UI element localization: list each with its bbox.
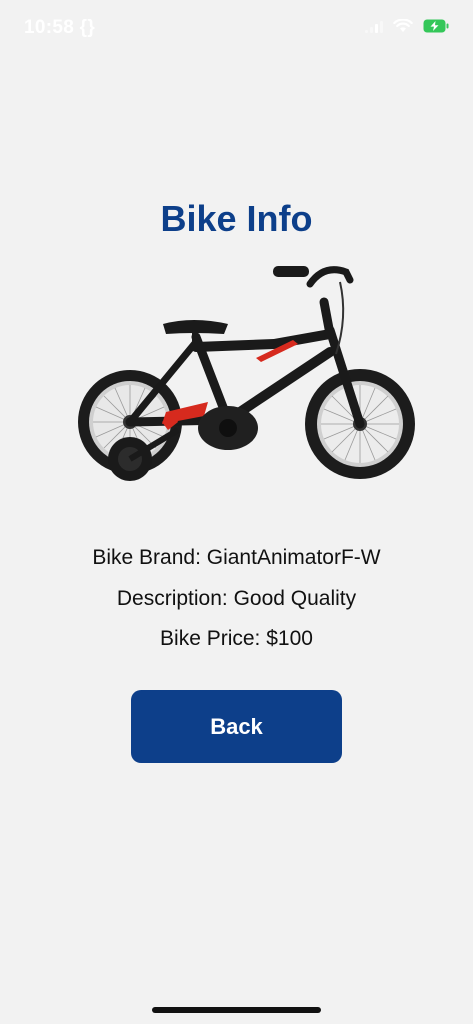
bike-description-text: Description: Good Quality	[116, 587, 357, 610]
battery-charging-icon	[423, 19, 449, 38]
back-button[interactable]: Back	[131, 690, 342, 763]
status-time: 10:58 {}	[24, 17, 96, 38]
bike-brand-text: Bike Brand: GiantAnimatorF-W	[92, 546, 381, 569]
status-icons	[365, 18, 449, 38]
page-title: Bike Info	[160, 198, 313, 239]
bike-image	[78, 262, 418, 487]
home-indicator[interactable]	[152, 1007, 321, 1013]
status-bar: 10:58 {}	[0, 0, 473, 58]
bike-info-screen: 10:58 {} Bike Info Bike Brand: GiantAnim…	[0, 0, 473, 1024]
signal-icon	[365, 20, 383, 38]
bike-price-text: Bike Price: $100	[160, 627, 313, 650]
wifi-icon	[393, 18, 413, 38]
